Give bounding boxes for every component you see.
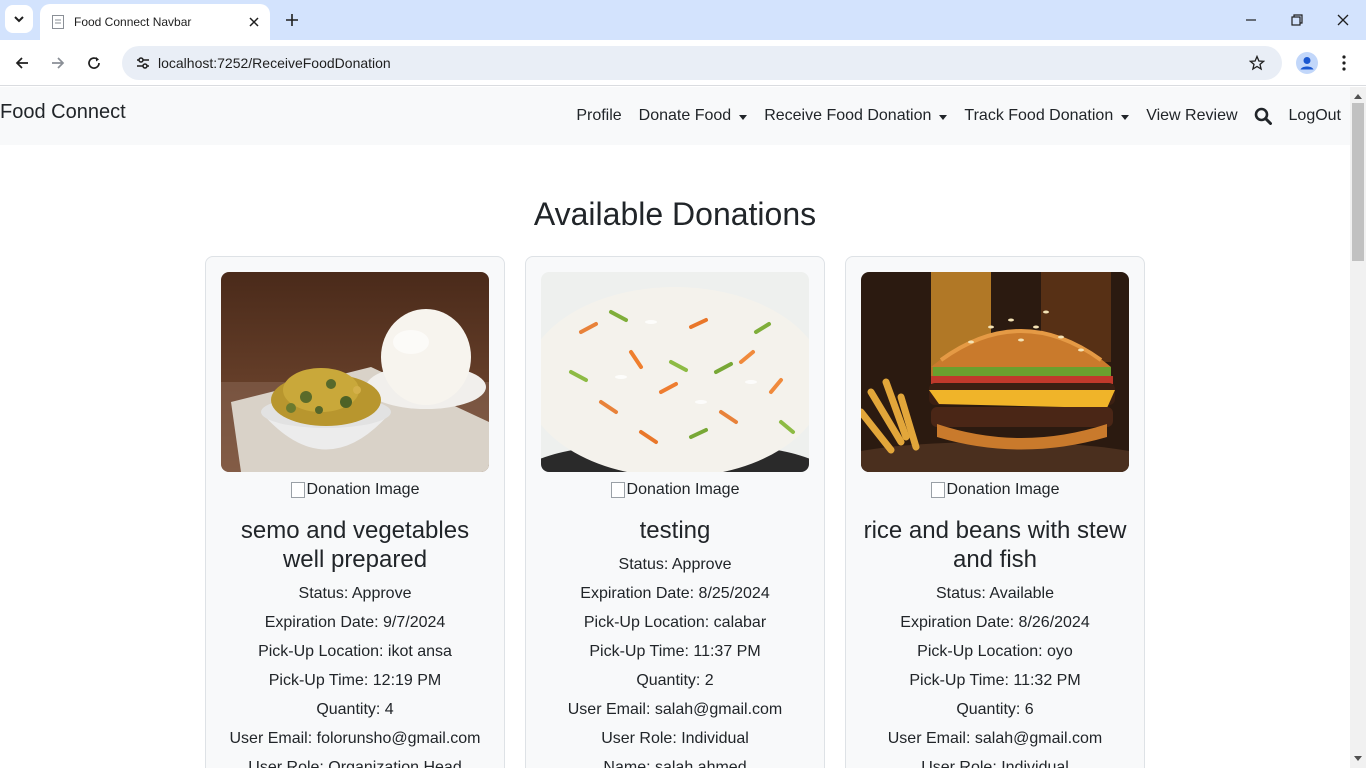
donation-expiration: Expiration Date: 8/26/2024 [900,614,1090,631]
broken-image-icon [930,482,945,498]
search-icon[interactable] [1254,107,1272,125]
donation-location: Pick-Up Location: ikot ansa [258,643,452,660]
donation-quantity: Quantity: 4 [316,701,394,718]
nav-review-label: View Review [1146,107,1238,124]
donation-time: Pick-Up Time: 12:19 PM [268,672,442,689]
donation-card: Donation Image semo and vegetables well … [205,256,505,768]
donation-quantity: Quantity: 6 [956,701,1034,718]
card-details: Status: Available Expiration Date: 8/26/… [861,579,1129,768]
bookmark-star-icon[interactable] [1242,55,1272,71]
donation-card: Donation Image testing Status: Approve E… [525,256,825,768]
scroll-up-arrow-icon[interactable] [1350,89,1366,103]
chevron-down-icon [14,16,24,23]
browser-toolbar: localhost:7252/ReceiveFoodDonation [0,40,1366,86]
donation-role: User Role: Individual [921,759,1069,768]
broken-image-icon [290,482,305,498]
address-bar[interactable]: localhost:7252/ReceiveFoodDonation [122,46,1282,80]
food-image-burger [861,272,1129,472]
food-image-semo [221,272,489,472]
donation-role: User Role: Individual [601,730,749,747]
image-alt-text: Donation Image [861,478,1129,502]
donation-expiration: Expiration Date: 8/25/2024 [580,585,770,602]
donation-title: testing [639,517,711,544]
page-viewport: Food Connect Profile Donate Food Receive… [0,87,1350,768]
nav-profile-label: Profile [576,107,622,124]
image-alt-text: Donation Image [541,478,809,502]
donation-expiration: Expiration Date: 9/7/2024 [264,614,446,631]
image-alt-label: Donation Image [626,481,740,498]
tab-title: Food Connect Navbar [74,15,192,29]
image-alt-text: Donation Image [221,478,489,502]
restore-icon[interactable] [1285,8,1309,32]
card-details: Status: Approve Expiration Date: 8/25/20… [541,550,809,768]
back-arrow-icon[interactable] [8,49,36,77]
minimize-icon[interactable] [1239,8,1263,32]
nav-review-link[interactable]: View Review [1146,107,1237,125]
image-alt-label: Donation Image [306,481,420,498]
donation-role: User Role: Organization Head [248,759,462,768]
profile-avatar-icon[interactable] [1293,49,1321,77]
donation-location: Pick-Up Location: oyo [917,643,1073,660]
donation-email: User Email: salah@gmail.com [887,730,1103,747]
navbar-brand[interactable]: Food Connect [0,101,126,124]
caret-down-icon [1121,114,1130,120]
nav-track-label: Track Food Donation [964,107,1114,124]
nav-profile-link[interactable]: Profile [576,107,621,125]
caret-down-icon [739,114,748,120]
donation-status: Status: Approve [618,556,732,573]
card-details: Status: Approve Expiration Date: 9/7/202… [221,579,489,768]
close-window-icon[interactable] [1331,8,1355,32]
donation-time: Pick-Up Time: 11:32 PM [909,672,1081,689]
browser-tab-strip: Food Connect Navbar [0,0,1366,40]
site-settings-icon[interactable] [128,55,158,71]
close-tab-icon[interactable] [246,14,262,30]
donation-time: Pick-Up Time: 11:37 PM [589,643,761,660]
donation-extra: Name: salah ahmed [603,759,747,768]
forward-arrow-icon[interactable] [44,49,72,77]
nav-track-dropdown[interactable]: Track Food Donation [964,107,1130,125]
page-title: Available Donations [533,196,817,232]
scroll-down-arrow-icon[interactable] [1350,752,1366,766]
nav-logout-link[interactable]: LogOut [1289,107,1341,125]
more-options-icon[interactable] [1330,49,1358,77]
food-image-rice [541,272,809,472]
nav-donate-dropdown[interactable]: Donate Food [639,107,748,125]
url-text[interactable]: localhost:7252/ReceiveFoodDonation [158,55,1242,71]
donation-card: Donation Image rice and beans with stew … [845,256,1145,768]
new-tab-plus-icon[interactable] [282,10,302,30]
nav-receive-dropdown[interactable]: Receive Food Donation [764,107,948,125]
donation-location: Pick-Up Location: calabar [583,614,767,631]
nav-logout-label: LogOut [1288,107,1341,124]
image-alt-label: Donation Image [946,481,1060,498]
donation-status: Status: Approve [298,585,412,602]
donation-title: semo and vegetables well prepared [240,517,470,573]
nav-links: Profile Donate Food Receive Food Donatio… [559,87,1341,145]
page-icon [50,14,66,30]
tab-search-button[interactable] [5,5,33,33]
broken-image-icon [610,482,625,498]
donation-email: User Email: folorunsho@gmail.com [229,730,481,747]
scrollbar-thumb[interactable] [1352,103,1364,261]
site-navbar: Food Connect Profile Donate Food Receive… [0,87,1350,145]
donation-quantity: Quantity: 2 [636,672,714,689]
caret-down-icon [939,114,948,120]
nav-donate-label: Donate Food [638,107,732,124]
donation-title: rice and beans with stew and fish [863,517,1127,573]
donation-status: Status: Available [935,585,1054,602]
donation-cards: Donation Image semo and vegetables well … [205,256,1165,768]
page-scrollbar[interactable] [1350,87,1366,768]
nav-receive-label: Receive Food Donation [764,107,932,124]
donation-email: User Email: salah@gmail.com [567,701,783,718]
reload-icon[interactable] [80,49,108,77]
browser-tab[interactable]: Food Connect Navbar [40,4,270,40]
